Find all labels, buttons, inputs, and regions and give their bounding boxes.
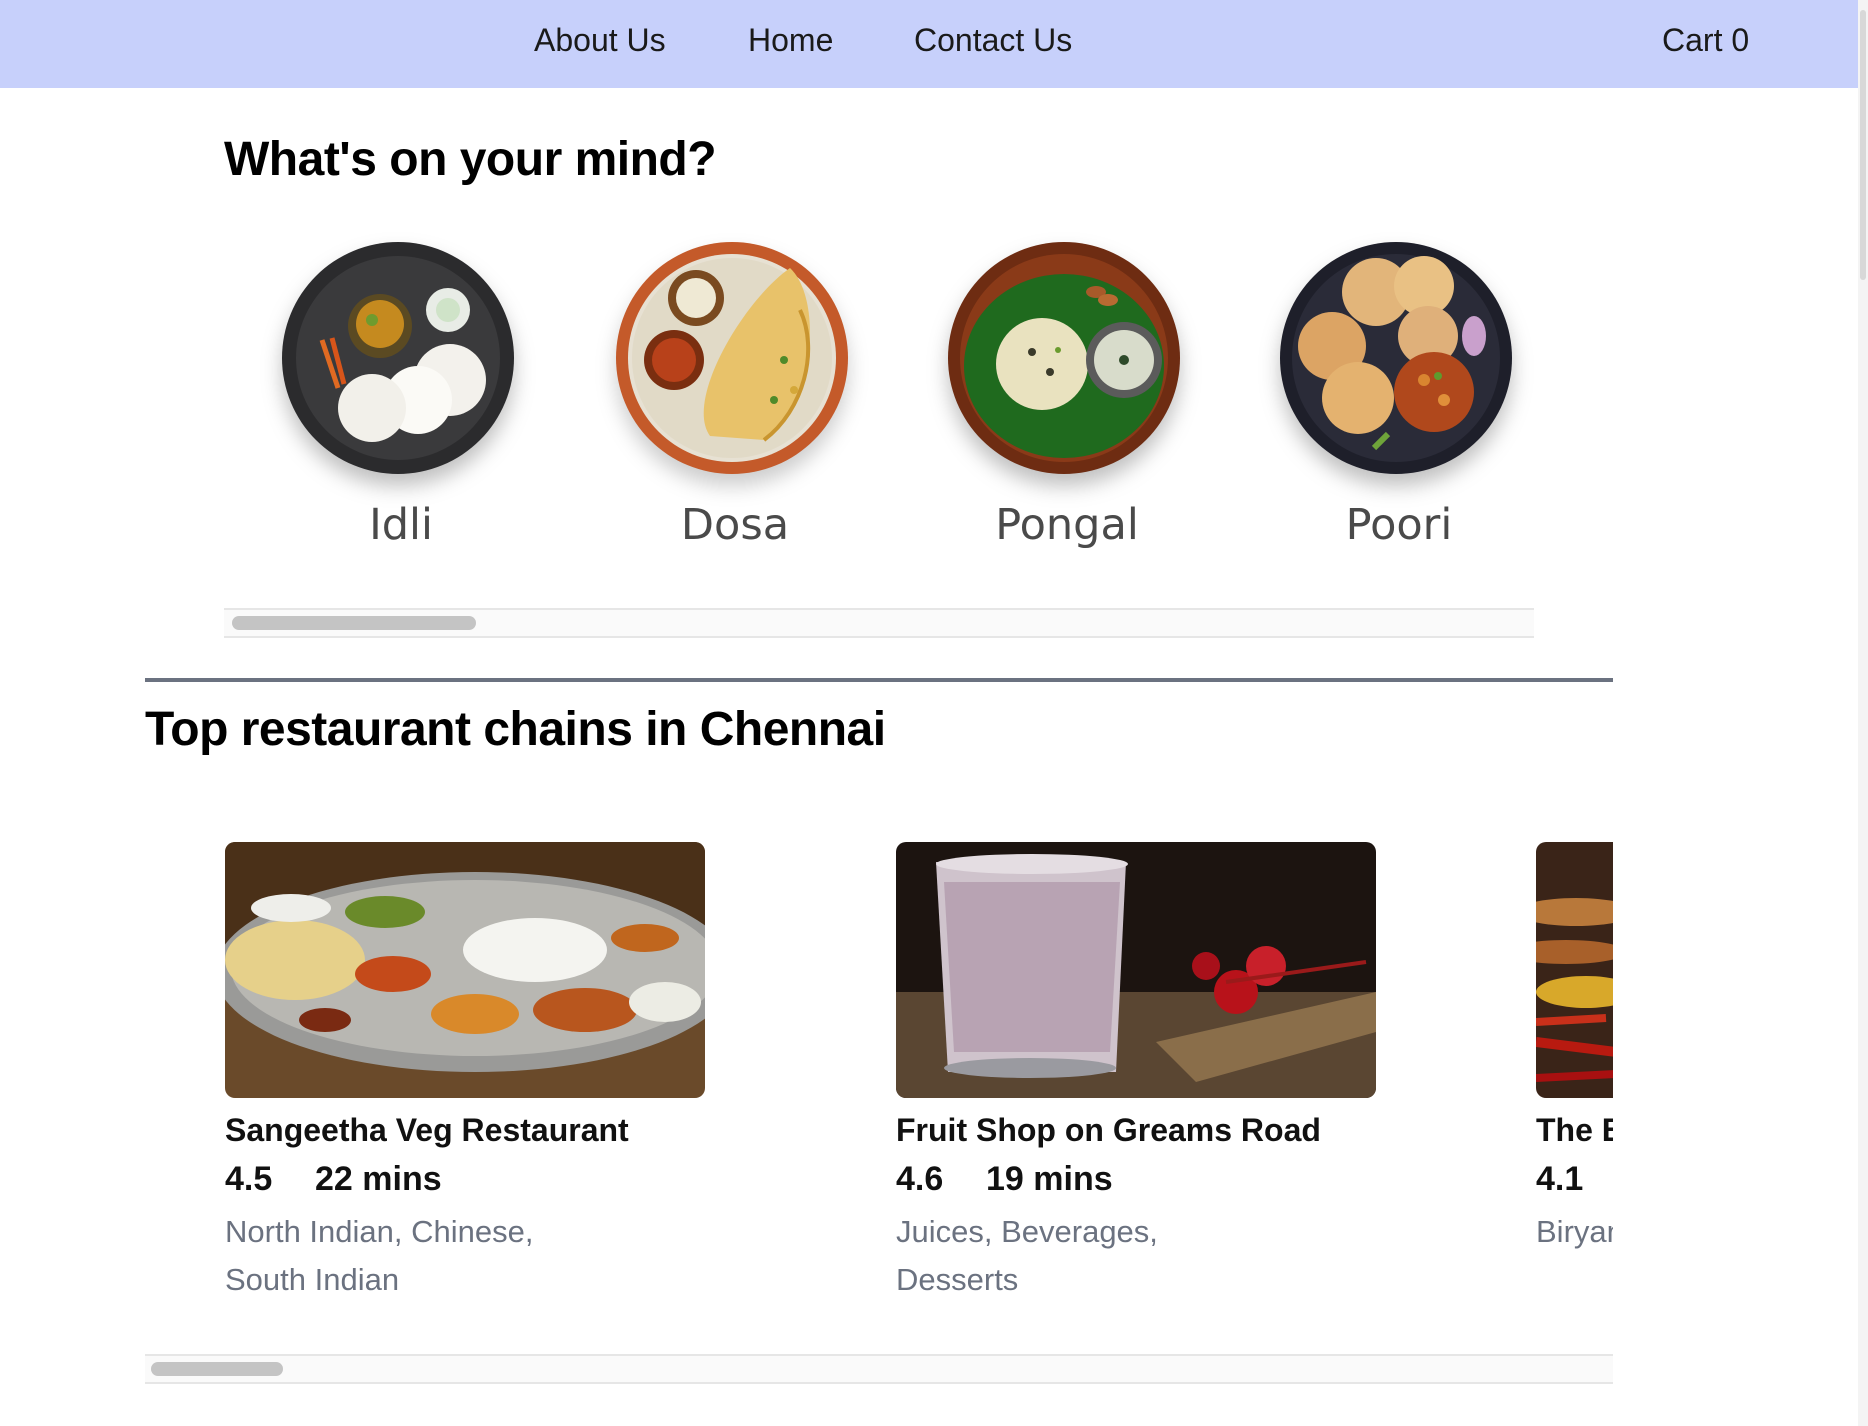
cuisine-line: North Indian, Chinese, bbox=[225, 1214, 534, 1249]
restaurant-name: The B bbox=[1536, 1112, 1613, 1148]
restaurant-card-sangeetha[interactable]: Sangeetha Veg Restaurant 4.5 22 mins Nor… bbox=[225, 842, 705, 1297]
restaurant-rating: 4.5 bbox=[225, 1160, 273, 1198]
restaurant-rating: 4.1 bbox=[1536, 1160, 1584, 1198]
cart-label: Cart bbox=[1662, 22, 1723, 58]
categories-scrollbar[interactable] bbox=[224, 608, 1534, 638]
categories-scrollbar-thumb[interactable] bbox=[232, 616, 476, 630]
restaurant-cuisines: Juices, Beverages, Desserts bbox=[896, 1208, 1158, 1300]
milkshake-image bbox=[896, 842, 1376, 1098]
section-divider bbox=[145, 678, 1613, 682]
nav-home[interactable]: Home bbox=[748, 22, 833, 59]
restaurants-scrollbar[interactable] bbox=[145, 1354, 1613, 1384]
thali-image bbox=[225, 842, 705, 1098]
restaurant-card-fruit-shop[interactable]: Fruit Shop on Greams Road 4.6 19 mins Ju… bbox=[896, 842, 1376, 1297]
restaurants-section-title: Top restaurant chains in Chennai bbox=[145, 703, 886, 756]
top-navbar: About Us Home Contact Us Cart 0 bbox=[0, 0, 1858, 88]
category-pongal[interactable]: Pongal bbox=[942, 238, 1192, 568]
category-label: Poori bbox=[1345, 500, 1453, 550]
restaurant-cuisines: North Indian, Chinese, South Indian bbox=[225, 1208, 533, 1300]
cart-link[interactable]: Cart 0 bbox=[1662, 22, 1749, 59]
category-poori[interactable]: Poori bbox=[1274, 238, 1524, 568]
cart-count: 0 bbox=[1731, 22, 1750, 58]
category-label: Idli bbox=[369, 500, 433, 550]
restaurant-name: Sangeetha Veg Restaurant bbox=[225, 1112, 629, 1148]
cuisine-line: Desserts bbox=[896, 1262, 1019, 1297]
category-dosa[interactable]: Dosa bbox=[610, 238, 860, 568]
mind-section-title: What's on your mind? bbox=[224, 133, 717, 186]
page-scrollbar[interactable] bbox=[1858, 0, 1868, 1426]
spices-image bbox=[1536, 842, 1613, 1098]
cuisine-line: Biryan bbox=[1536, 1214, 1613, 1249]
restaurant-delivery-time: 19 mins bbox=[986, 1160, 1113, 1198]
cuisine-line: South Indian bbox=[225, 1262, 400, 1297]
category-label: Pongal bbox=[995, 500, 1139, 550]
restaurants-scrollbar-thumb[interactable] bbox=[151, 1362, 283, 1376]
category-label: Dosa bbox=[680, 500, 790, 550]
nav-contact-us[interactable]: Contact Us bbox=[914, 22, 1072, 59]
cuisine-line: Juices, Beverages, bbox=[896, 1214, 1158, 1249]
restaurant-cuisines: Biryan bbox=[1536, 1208, 1613, 1256]
page-scrollbar-thumb[interactable] bbox=[1860, 10, 1866, 280]
restaurant-card-partial[interactable]: The B 4.1 Biryan bbox=[1536, 842, 1613, 1249]
restaurant-name: Fruit Shop on Greams Road bbox=[896, 1112, 1321, 1148]
restaurant-cards-row: Sangeetha Veg Restaurant 4.5 22 mins Nor… bbox=[145, 830, 1613, 1300]
category-idli[interactable]: Idli bbox=[276, 238, 526, 568]
restaurant-rating: 4.6 bbox=[896, 1160, 944, 1198]
restaurant-delivery-time: 22 mins bbox=[315, 1160, 442, 1198]
nav-about-us[interactable]: About Us bbox=[534, 22, 666, 59]
